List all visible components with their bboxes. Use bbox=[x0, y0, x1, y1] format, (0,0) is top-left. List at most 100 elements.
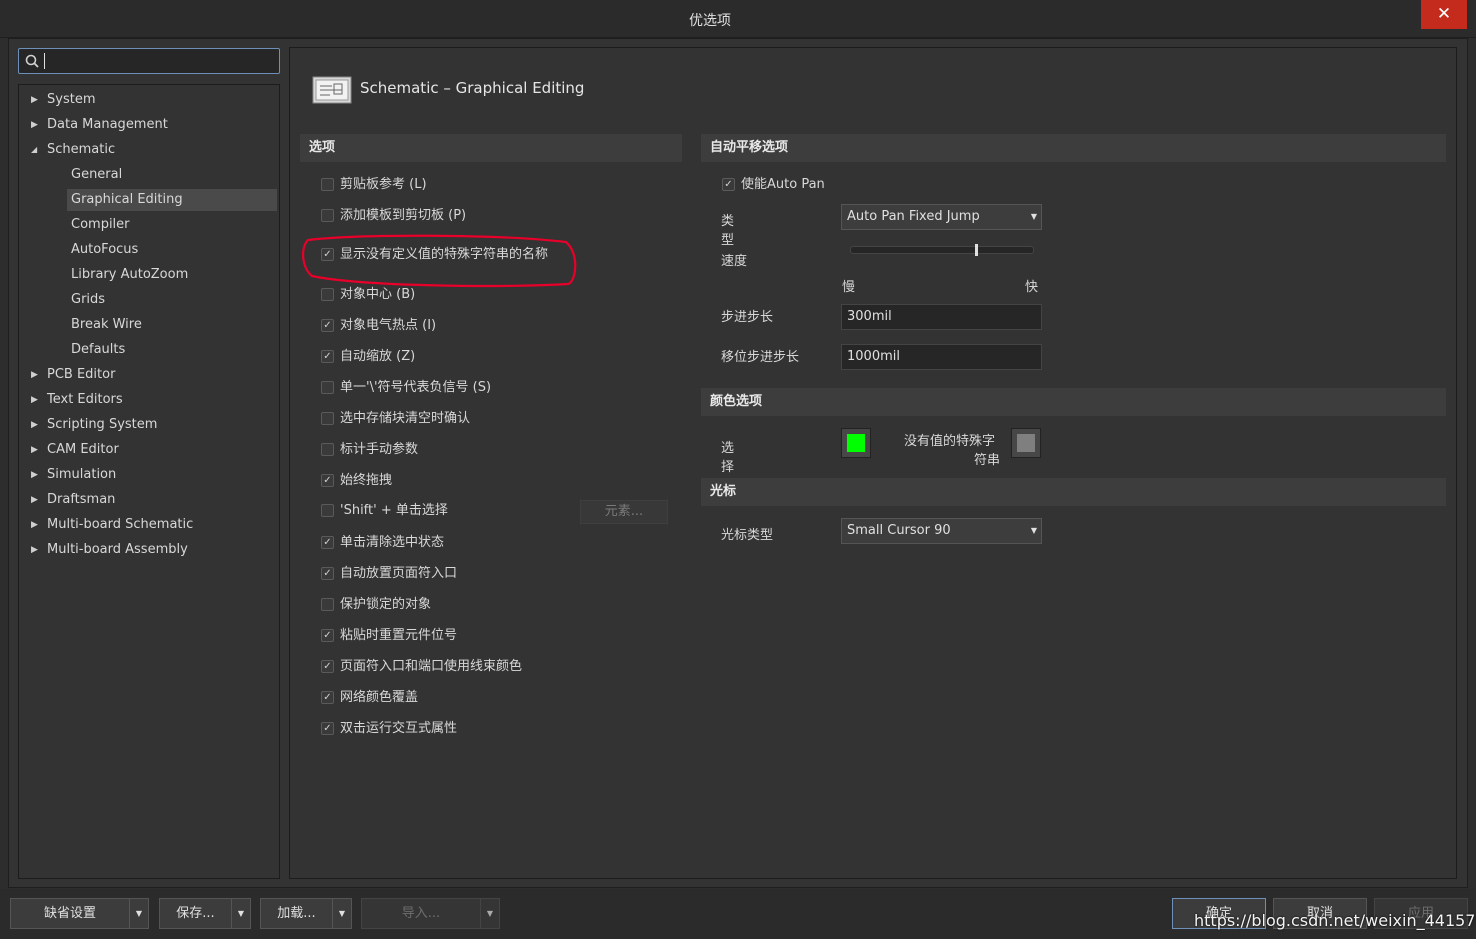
title-bar: 优选项 ✕ bbox=[0, 0, 1476, 38]
collapsed-arrow-icon[interactable]: ▶ bbox=[31, 539, 38, 561]
checkbox-box: ✓ bbox=[321, 567, 334, 580]
sidebar-item[interactable]: ▶ PCB Editor bbox=[19, 364, 277, 386]
sidebar-item[interactable]: Compiler bbox=[19, 214, 277, 236]
collapsed-arrow-icon[interactable]: ▶ bbox=[31, 114, 38, 136]
option-label: 标计手动参数 bbox=[340, 442, 419, 457]
autopan-type-dropdown[interactable]: Auto Pan Fixed Jump ▼ bbox=[841, 204, 1042, 230]
enable-autopan-label: 使能Auto Pan bbox=[741, 177, 825, 192]
collapsed-arrow-icon[interactable]: ▶ bbox=[31, 414, 38, 436]
load-button[interactable]: 加载... bbox=[260, 898, 333, 929]
sidebar-item[interactable]: AutoFocus bbox=[19, 239, 277, 261]
elements-button[interactable]: 元素... bbox=[580, 500, 668, 524]
sidebar-item[interactable]: ▶ Multi-board Schematic bbox=[19, 514, 277, 536]
checkbox-box bbox=[321, 381, 334, 394]
chevron-down-icon: ▼ bbox=[486, 909, 494, 918]
import-button[interactable]: 导入... bbox=[361, 898, 481, 929]
save-dropdown-arrow[interactable]: ▼ bbox=[231, 898, 251, 929]
sidebar-item-label: Multi-board Schematic bbox=[47, 517, 194, 532]
collapsed-arrow-icon[interactable]: ▶ bbox=[31, 514, 38, 536]
chevron-down-icon: ▼ bbox=[338, 909, 346, 918]
nodef-string-color-swatch[interactable] bbox=[1011, 428, 1041, 458]
type-label-2: 型 bbox=[721, 233, 735, 248]
fast-label: 快 bbox=[1025, 280, 1039, 295]
sidebar-item-label: Simulation bbox=[47, 467, 117, 482]
defaults-button[interactable]: 缺省设置 bbox=[10, 898, 130, 929]
option-label: 粘贴时重置元件位号 bbox=[340, 628, 458, 643]
option-label: 始终拖拽 bbox=[340, 473, 393, 488]
settings-panel bbox=[289, 47, 1457, 879]
checkbox-box: ✓ bbox=[321, 474, 334, 487]
collapsed-arrow-icon[interactable]: ▶ bbox=[31, 489, 38, 511]
sidebar-item-label: Text Editors bbox=[47, 392, 123, 407]
preferences-window: 优选项 ✕ ▶ System ▶ Data Management ◢ Schematic G… bbox=[0, 0, 1476, 939]
sidebar-item-label: General bbox=[71, 167, 123, 182]
option-label: 对象电气热点 (I) bbox=[340, 318, 437, 333]
selection-color-fill bbox=[847, 434, 865, 452]
import-dropdown-arrow[interactable]: ▼ bbox=[480, 898, 500, 929]
sidebar-item[interactable]: ▶ Draftsman bbox=[19, 489, 277, 511]
sidebar-item[interactable]: ◢ Schematic bbox=[19, 139, 277, 161]
save-button[interactable]: 保存... bbox=[159, 898, 232, 929]
collapsed-arrow-icon[interactable]: ▶ bbox=[31, 364, 38, 386]
collapsed-arrow-icon[interactable]: ▶ bbox=[31, 464, 38, 486]
checkbox-box: ✓ bbox=[321, 319, 334, 332]
sidebar-item[interactable]: ▶ Multi-board Assembly bbox=[19, 539, 277, 561]
sidebar-item[interactable]: ▶ Scripting System bbox=[19, 414, 277, 436]
schematic-page-icon bbox=[312, 76, 352, 104]
slow-label: 慢 bbox=[842, 280, 856, 295]
sidebar-item[interactable]: Break Wire bbox=[19, 314, 277, 336]
checkbox-box: ✓ bbox=[321, 691, 334, 704]
watermark: https://blog.csdn.net/weixin_44157994 bbox=[1194, 911, 1476, 930]
option-label: 剪贴板参考 (L) bbox=[340, 177, 427, 192]
sidebar-item[interactable]: ▶ CAM Editor bbox=[19, 439, 277, 461]
nodef-color-label-1: 没有值的特殊字 bbox=[904, 434, 996, 449]
shift-step-size-input[interactable]: 1000mil bbox=[841, 344, 1042, 370]
sidebar-item[interactable]: General bbox=[19, 164, 277, 186]
option-label: 单击清除选中状态 bbox=[340, 535, 445, 550]
sidebar-item[interactable]: ▶ System bbox=[19, 89, 277, 111]
nodef-color-label-2: 符串 bbox=[974, 453, 1001, 468]
collapsed-arrow-icon[interactable]: ▶ bbox=[31, 89, 38, 111]
chevron-down-icon: ▼ bbox=[237, 909, 245, 918]
load-dropdown-arrow[interactable]: ▼ bbox=[332, 898, 352, 929]
option-label: 选中存储块清空时确认 bbox=[340, 411, 471, 426]
page-title: Schematic – Graphical Editing bbox=[360, 79, 585, 97]
sidebar-item-label: Schematic bbox=[47, 142, 116, 157]
close-button[interactable]: ✕ bbox=[1421, 0, 1467, 29]
sidebar-item[interactable]: ▶ Data Management bbox=[19, 114, 277, 136]
step-label: 步进步长 bbox=[721, 310, 774, 325]
sidebar-item[interactable]: Grids bbox=[19, 289, 277, 311]
preferences-tree[interactable]: ▶ System ▶ Data Management ◢ Schematic General… bbox=[18, 84, 280, 879]
sidebar-item-label: Compiler bbox=[71, 217, 130, 232]
chevron-down-icon: ▼ bbox=[135, 909, 143, 918]
selection-color-swatch[interactable] bbox=[841, 428, 871, 458]
window-title: 优选项 bbox=[689, 13, 731, 29]
text-caret bbox=[44, 53, 45, 69]
sidebar-item-label: Library AutoZoom bbox=[71, 267, 189, 282]
collapsed-arrow-icon[interactable]: ▶ bbox=[31, 389, 38, 411]
sidebar-item[interactable]: Graphical Editing bbox=[67, 189, 277, 211]
collapsed-arrow-icon[interactable]: ▶ bbox=[31, 439, 38, 461]
option-label: 单一'\'符号代表负信号 (S) bbox=[340, 380, 492, 395]
sidebar-item-label: Data Management bbox=[47, 117, 168, 132]
step-size-input[interactable]: 300mil bbox=[841, 304, 1042, 330]
speed-slider-thumb[interactable] bbox=[974, 244, 978, 256]
search-input[interactable] bbox=[18, 48, 280, 74]
checkbox-box: ✓ bbox=[321, 660, 334, 673]
sidebar-item[interactable]: Defaults bbox=[19, 339, 277, 361]
type-label-1: 类 bbox=[721, 214, 735, 229]
sidebar-item[interactable]: ▶ Simulation bbox=[19, 464, 277, 486]
option-label: 页面符入口和端口使用线束颜色 bbox=[340, 659, 523, 674]
sidebar-item-label: PCB Editor bbox=[47, 367, 116, 382]
option-label: 保护锁定的对象 bbox=[340, 597, 432, 612]
sidebar-item[interactable]: ▶ Text Editors bbox=[19, 389, 277, 411]
sidebar-item-label: System bbox=[47, 92, 96, 107]
speed-label: 速度 bbox=[721, 254, 748, 269]
speed-slider[interactable] bbox=[850, 244, 1034, 256]
sidebar-item[interactable]: Library AutoZoom bbox=[19, 264, 277, 286]
cursor-type-dropdown[interactable]: Small Cursor 90 ▼ bbox=[841, 518, 1042, 544]
search-icon bbox=[25, 54, 39, 68]
defaults-dropdown-arrow[interactable]: ▼ bbox=[129, 898, 149, 929]
expanded-arrow-icon[interactable]: ◢ bbox=[31, 139, 37, 161]
cursor-type-label: 光标类型 bbox=[721, 528, 774, 543]
